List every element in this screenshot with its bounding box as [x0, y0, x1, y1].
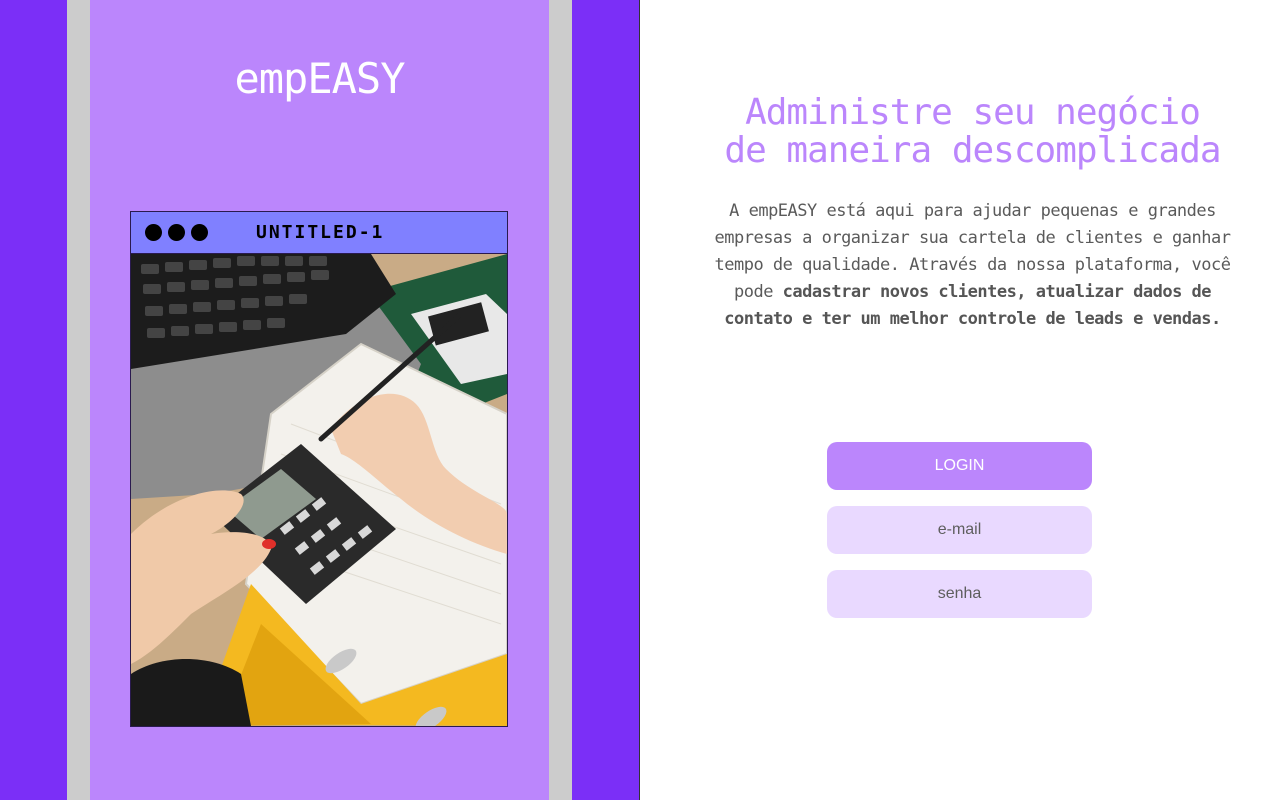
email-field[interactable]	[827, 506, 1092, 554]
window-title: UNTITLED-1	[256, 222, 385, 243]
intro-paragraph: A empEASY está aqui para ajudar pequenas…	[700, 198, 1245, 333]
panel-divider	[639, 0, 640, 800]
page-title: Administre seu negócio de maneira descom…	[700, 94, 1245, 170]
window-title-bar: UNTITLED-1	[131, 212, 507, 254]
brand-logo: empEASY	[234, 54, 405, 103]
app-window-mockup: UNTITLED-1	[130, 211, 508, 727]
workspace-photo	[131, 254, 507, 726]
headline-line-1: Administre seu negócio	[745, 92, 1201, 133]
login-button[interactable]: LOGIN	[827, 442, 1092, 490]
headline-line-2: de maneira descomplicada	[724, 130, 1221, 171]
password-field[interactable]	[827, 570, 1092, 618]
window-dot-icon	[191, 224, 208, 241]
gray-strip-left	[67, 0, 90, 800]
window-dot-icon	[145, 224, 162, 241]
window-dot-icon	[168, 224, 185, 241]
intro-text-bold: cadastrar novos clientes, atualizar dado…	[724, 282, 1221, 329]
gray-strip-right	[549, 0, 572, 800]
